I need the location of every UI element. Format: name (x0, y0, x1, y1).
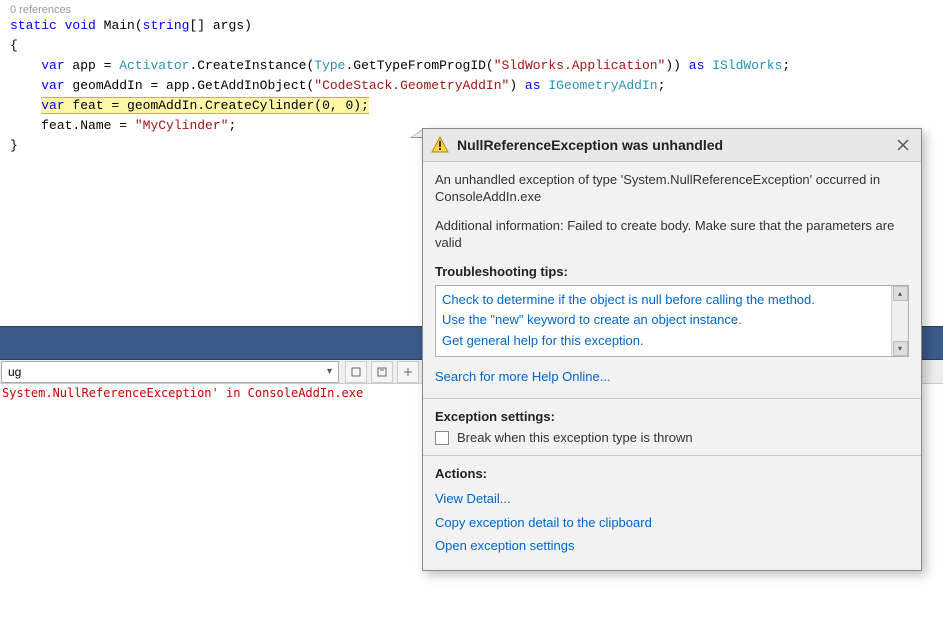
open-settings-link[interactable]: Open exception settings (435, 534, 909, 557)
popup-title: NullReferenceException was unhandled (457, 137, 885, 153)
popup-description: An unhandled exception of type 'System.N… (435, 172, 909, 206)
close-button[interactable] (893, 135, 913, 155)
output-error-line: System.NullReferenceException' in Consol… (0, 386, 363, 400)
references-count[interactable]: 0 references (0, 4, 943, 16)
output-source-dropdown[interactable]: ug ▾ (1, 361, 339, 383)
exception-popup: NullReferenceException was unhandled An … (422, 128, 922, 571)
code-line: var geomAddIn = app.GetAddInObject("Code… (0, 76, 943, 96)
search-help-link[interactable]: Search for more Help Online... (435, 365, 909, 388)
close-icon (897, 139, 909, 151)
break-checkbox-label: Break when this exception type is thrown (457, 430, 693, 445)
toolbar-button[interactable] (345, 361, 367, 383)
tip-link[interactable]: Check to determine if the object is null… (442, 290, 888, 311)
tips-scrollbar[interactable]: ▴ ▾ (891, 286, 908, 356)
scroll-up-icon[interactable]: ▴ (893, 286, 908, 301)
code-line-highlighted: var feat = geomAddIn.CreateCylinder(0, 0… (0, 96, 943, 116)
scroll-down-icon[interactable]: ▾ (893, 341, 908, 356)
actions-label: Actions: (435, 466, 909, 481)
code-line: { (0, 36, 943, 56)
code-line: var app = Activator.CreateInstance(Type.… (0, 56, 943, 76)
settings-label: Exception settings: (435, 409, 909, 424)
popup-additional-info: Additional information: Failed to create… (435, 218, 909, 252)
tips-box: Check to determine if the object is null… (435, 285, 909, 357)
popup-header: NullReferenceException was unhandled (423, 129, 921, 162)
dropdown-value: ug (8, 365, 21, 379)
toolbar-button[interactable] (397, 361, 419, 383)
chevron-down-icon: ▾ (327, 366, 332, 377)
toolbar-button[interactable] (371, 361, 393, 383)
copy-detail-link[interactable]: Copy exception detail to the clipboard (435, 511, 909, 534)
break-checkbox[interactable] (435, 431, 449, 445)
warning-icon (431, 136, 449, 154)
code-line: static void Main(string[] args) (0, 16, 943, 36)
tip-link[interactable]: Use the "new" keyword to create an objec… (442, 310, 888, 331)
view-detail-link[interactable]: View Detail... (435, 487, 909, 510)
tips-label: Troubleshooting tips: (435, 264, 909, 279)
tip-link[interactable]: Get general help for this exception. (442, 331, 888, 352)
